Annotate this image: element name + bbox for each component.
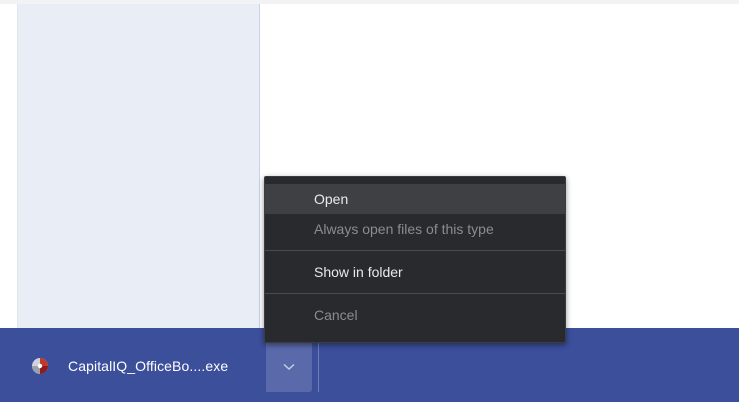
menu-separator [265, 293, 565, 294]
download-item[interactable]: CapitalIQ_OfficeBo....exe [18, 342, 266, 390]
shelf-divider [318, 342, 319, 392]
chevron-down-icon [283, 358, 295, 376]
menu-item-show-in-folder[interactable]: Show in folder [265, 257, 565, 287]
menu-item-always-open[interactable]: Always open files of this type [265, 214, 565, 244]
menu-separator [265, 250, 565, 251]
download-file-name: CapitalIQ_OfficeBo....exe [68, 358, 229, 374]
menu-item-open[interactable]: Open [265, 184, 565, 214]
download-options-button[interactable] [266, 342, 312, 392]
left-gutter [0, 4, 18, 328]
download-context-menu: Open Always open files of this type Show… [264, 176, 566, 343]
capitaliq-app-icon [30, 356, 50, 376]
side-panel [18, 4, 260, 328]
menu-item-cancel[interactable]: Cancel [265, 300, 565, 330]
browser-viewport: CapitalIQ_OfficeBo....exe Open Always op… [0, 0, 739, 402]
